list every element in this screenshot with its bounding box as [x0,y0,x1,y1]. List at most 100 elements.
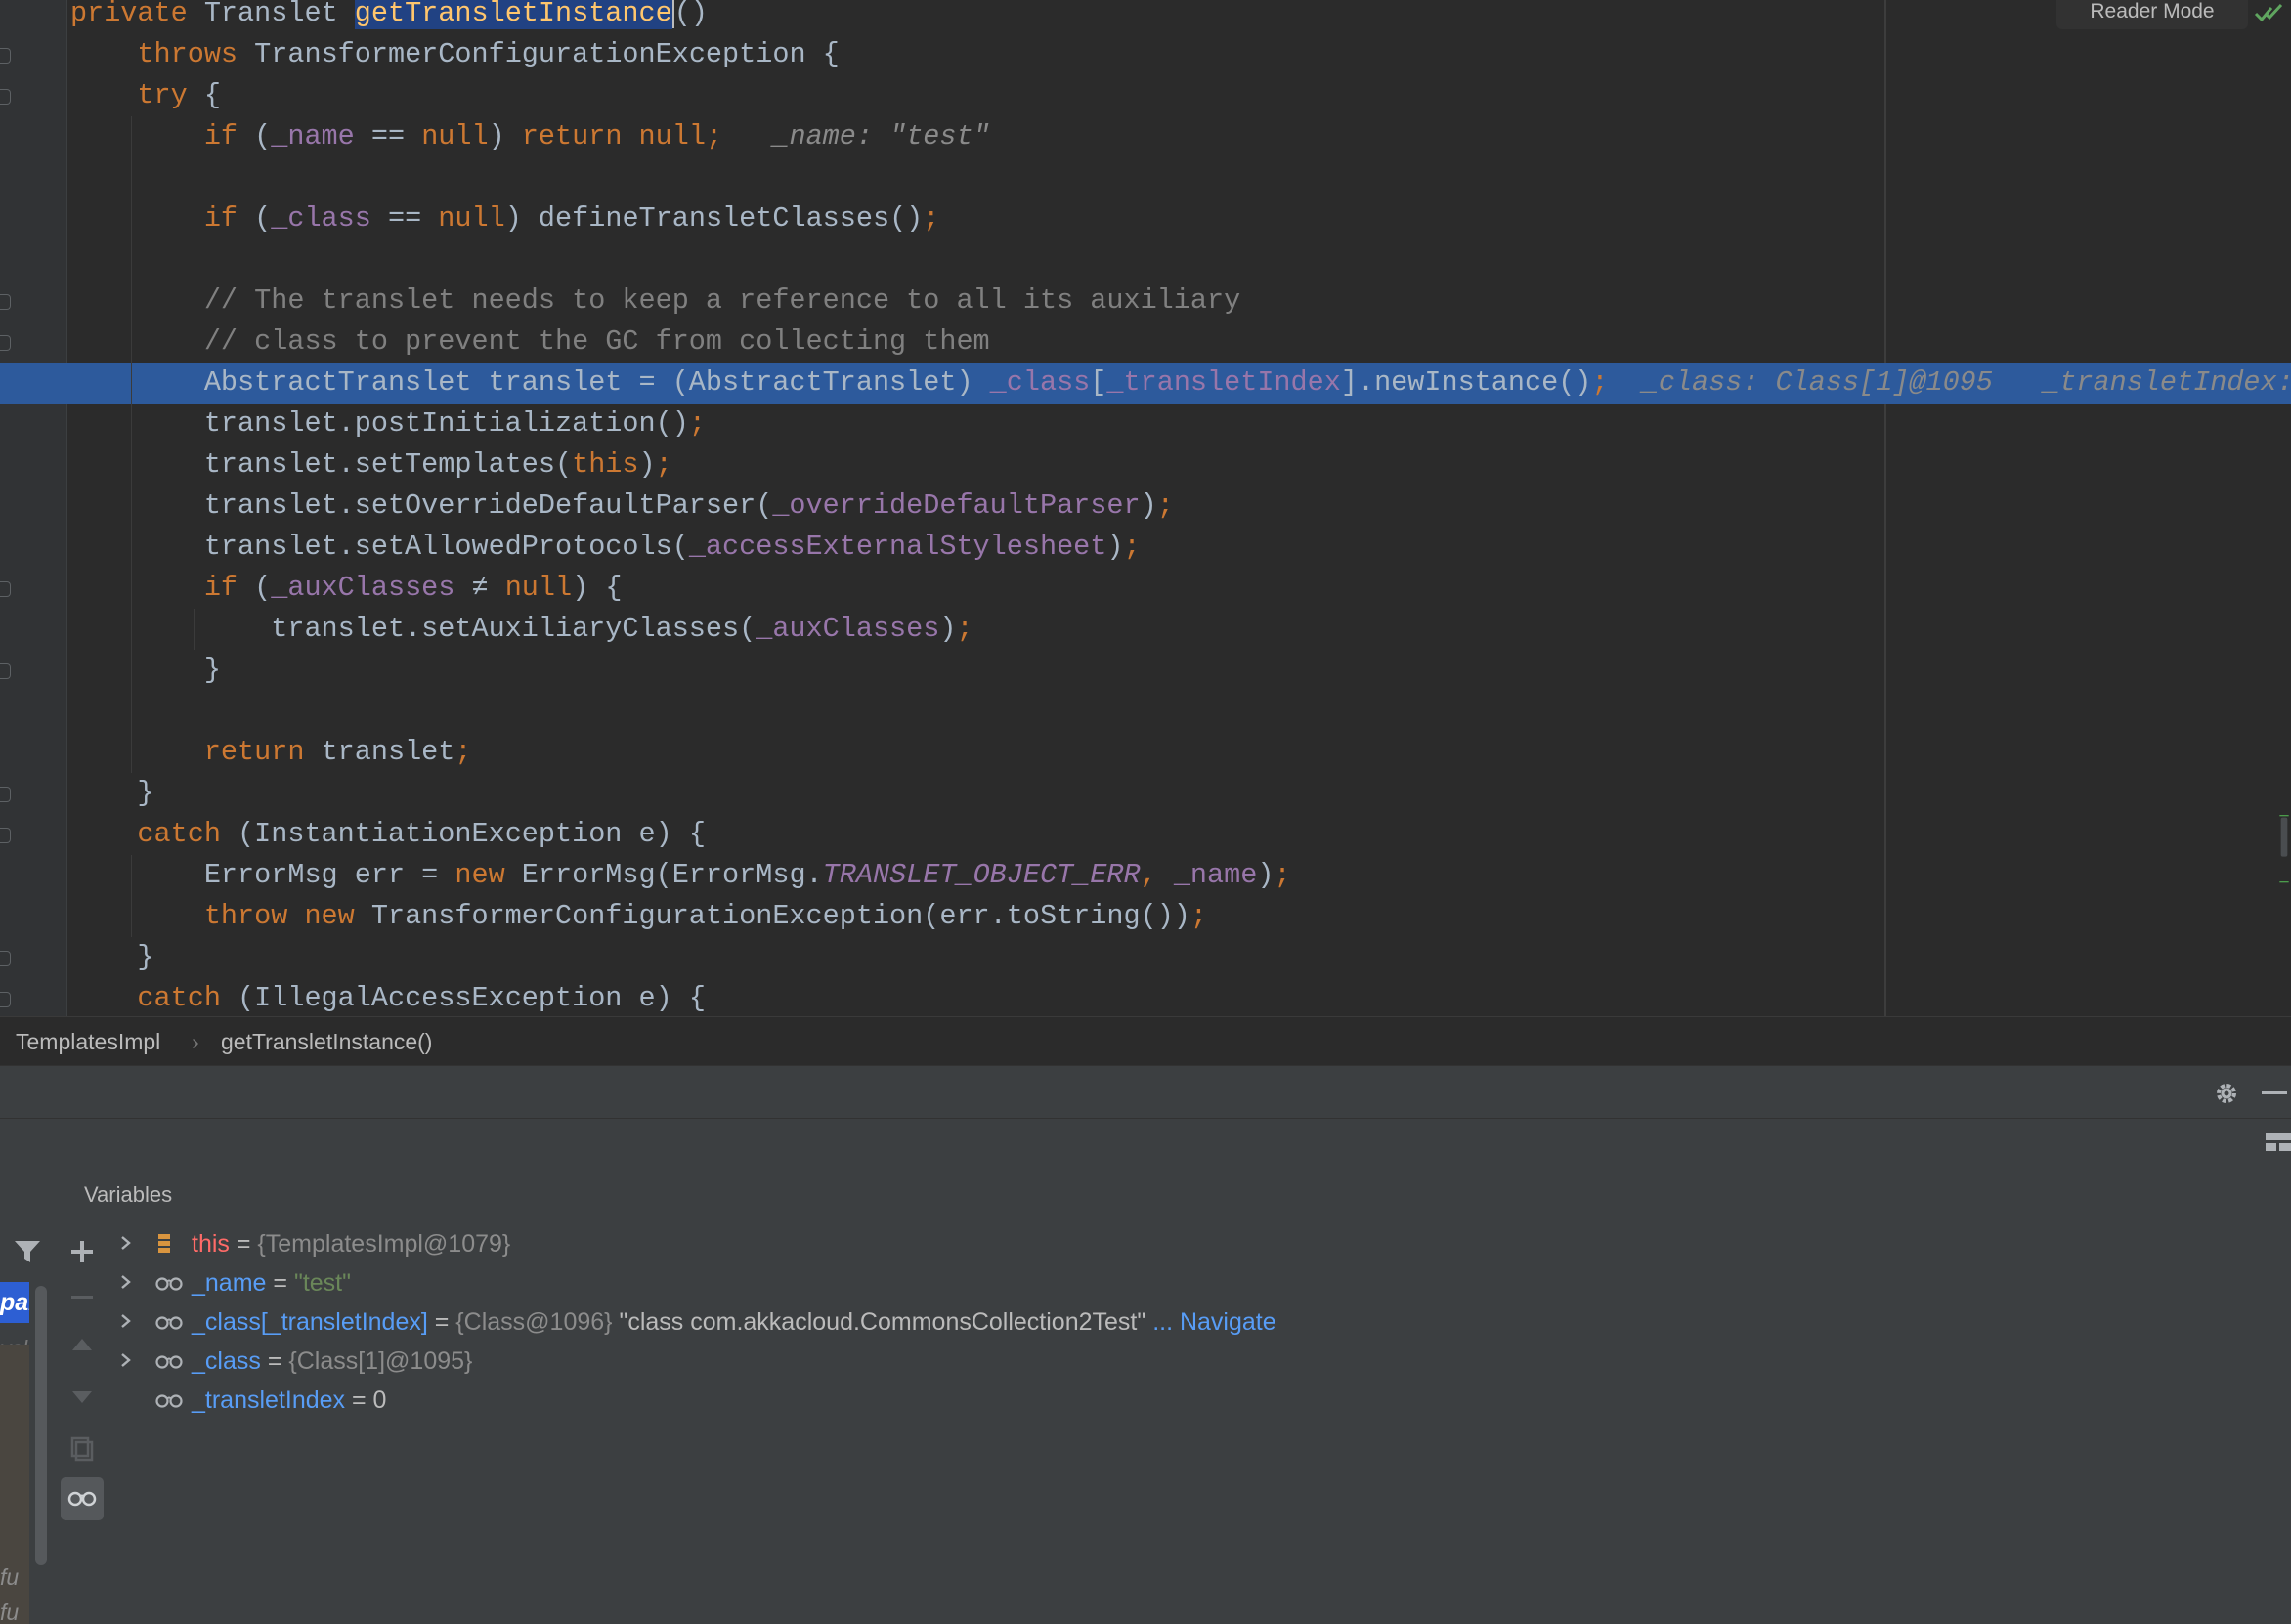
watch-glasses-icon [155,1394,183,1408]
minimize-icon[interactable] [2262,1091,2287,1095]
frames-panel[interactable]: pal. ysl fu fu [0,1169,58,1624]
code-line[interactable]: throws TransformerConfigurationException… [0,34,2291,75]
code-line[interactable]: return translet; [0,732,2291,773]
code-token: _auxClasses [271,572,472,604]
code-line-current[interactable]: AbstractTranslet translet = (AbstractTra… [0,363,2291,404]
code-line[interactable]: if (_auxClasses ≠ null) { [0,568,2291,609]
code-line-text: } [70,937,153,978]
frames-scrollbar[interactable] [35,1286,47,1565]
fold-marker-icon[interactable] [0,294,11,310]
code-line[interactable]: translet.setOverrideDefaultParser(_overr… [0,486,2291,527]
fold-marker-icon[interactable] [0,89,11,105]
code-token: try [137,79,204,111]
code-editor[interactable]: private Translet getTransletInstance() t… [0,0,2291,1016]
code-token: ) defineTransletClasses() [504,202,924,235]
copy-icon[interactable] [70,1436,94,1462]
frame-item[interactable]: fu [0,1560,29,1595]
code-token: { [203,79,221,111]
fold-marker-icon[interactable] [0,663,11,679]
chevron-right-icon[interactable] [119,1314,133,1328]
frame-item-selected[interactable]: pal. [0,1282,29,1323]
chevron-right-icon[interactable] [119,1236,133,1250]
fold-marker-icon[interactable] [0,992,11,1007]
variable-row[interactable]: _class[_transletIndex] = {Class@1096} "c… [108,1303,2291,1342]
code-token: _auxClasses [756,613,940,645]
code-token: TransformerConfigurationException { [254,38,840,70]
variable-equals: = [427,1308,456,1336]
code-line[interactable]: } [0,937,2291,978]
fold-marker-icon[interactable] [0,787,11,802]
code-line[interactable]: catch (IllegalAccessException e) { [0,978,2291,1016]
fold-marker-icon[interactable] [0,828,11,843]
fold-marker-icon[interactable] [0,48,11,64]
inspection-ok-icon[interactable] [2254,2,2283,23]
code-token: (IllegalAccessException e) { [238,982,706,1014]
code-line[interactable]: translet.setAuxiliaryClasses(_auxClasses… [0,609,2291,650]
variables-tree[interactable]: this = {TemplatesImpl@1079} _name = "test… [108,1221,2291,1624]
code-token: TransformerConfigurationException(err.to… [370,900,1190,932]
chevron-right-icon[interactable] [119,1353,133,1367]
code-token: _class [271,202,388,235]
layout-icon[interactable] [2266,1131,2291,1154]
code-line[interactable] [0,157,2291,198]
code-line[interactable]: try { [0,75,2291,116]
navigate-link[interactable]: ... Navigate [1146,1308,1275,1336]
code-token: translet.setAllowedProtocols( [203,531,689,563]
variable-row[interactable]: this = {TemplatesImpl@1079} [108,1224,2291,1263]
fold-marker-icon[interactable] [0,581,11,597]
reader-mode-button[interactable]: Reader Mode [2056,0,2248,29]
code-token: } [203,654,221,686]
code-line[interactable] [0,691,2291,732]
code-line[interactable]: ErrorMsg err = new ErrorMsg(ErrorMsg.TRA… [0,855,2291,896]
indent-guide [194,609,195,650]
breadcrumb-method[interactable]: getTransletInstance() [221,1017,432,1066]
code-line[interactable]: translet.setAllowedProtocols(_accessExte… [0,527,2291,568]
code-line[interactable]: if (_name == null) return null; _name: "… [0,116,2291,157]
variable-equals: = [345,1387,373,1414]
variable-value: "test" [293,1269,351,1297]
remove-watch-icon[interactable] [71,1296,93,1300]
code-line-text: // The translet needs to keep a referenc… [70,280,1240,321]
chevron-right-icon[interactable] [119,1275,133,1289]
variable-row[interactable]: _name = "test" [108,1263,2291,1303]
code-line[interactable]: translet.setTemplates(this); [0,445,2291,486]
code-line[interactable]: } [0,650,2291,691]
code-line[interactable]: throw new TransformerConfigurationExcept… [0,896,2291,937]
filter-icon[interactable] [14,1239,41,1264]
code-line[interactable]: catch (InstantiationException e) { [0,814,2291,855]
code-line[interactable]: // The translet needs to keep a referenc… [0,280,2291,321]
show-watches-toggle[interactable] [61,1477,104,1520]
code-line[interactable] [0,239,2291,280]
variable-text: _class[_transletIndex] = {Class@1096} "c… [192,1303,1276,1342]
code-token: _class [989,366,1091,399]
frame-item[interactable]: fu [0,1595,29,1624]
move-up-icon[interactable] [72,1339,92,1350]
error-stripe-marks[interactable] [2277,811,2291,889]
fold-marker-icon[interactable] [0,951,11,966]
fold-marker-icon[interactable] [0,335,11,351]
move-down-icon[interactable] [72,1391,92,1403]
breadcrumb-class[interactable]: TemplatesImpl [16,1017,160,1066]
variable-row[interactable]: _class = {Class[1]@1095} [108,1342,2291,1381]
code-token: ; [1274,859,1291,891]
code-line[interactable]: if (_class == null) defineTransletClasse… [0,198,2291,239]
add-watch-icon[interactable] [69,1239,95,1264]
code-token: _overrideDefaultParser [772,490,1141,522]
gear-icon[interactable] [2213,1080,2240,1107]
code-token: ; [454,736,472,768]
code-line[interactable]: private Translet getTransletInstance() [0,0,2291,34]
code-token: if [203,202,255,235]
code-line-text: translet.setOverrideDefaultParser(_overr… [70,486,1174,527]
variable-row[interactable]: _transletIndex = 0 [108,1381,2291,1420]
code-line[interactable]: } [0,773,2291,814]
code-line[interactable]: // class to prevent the GC from collecti… [0,321,2291,363]
code-line[interactable]: translet.postInitialization(); [0,404,2291,445]
